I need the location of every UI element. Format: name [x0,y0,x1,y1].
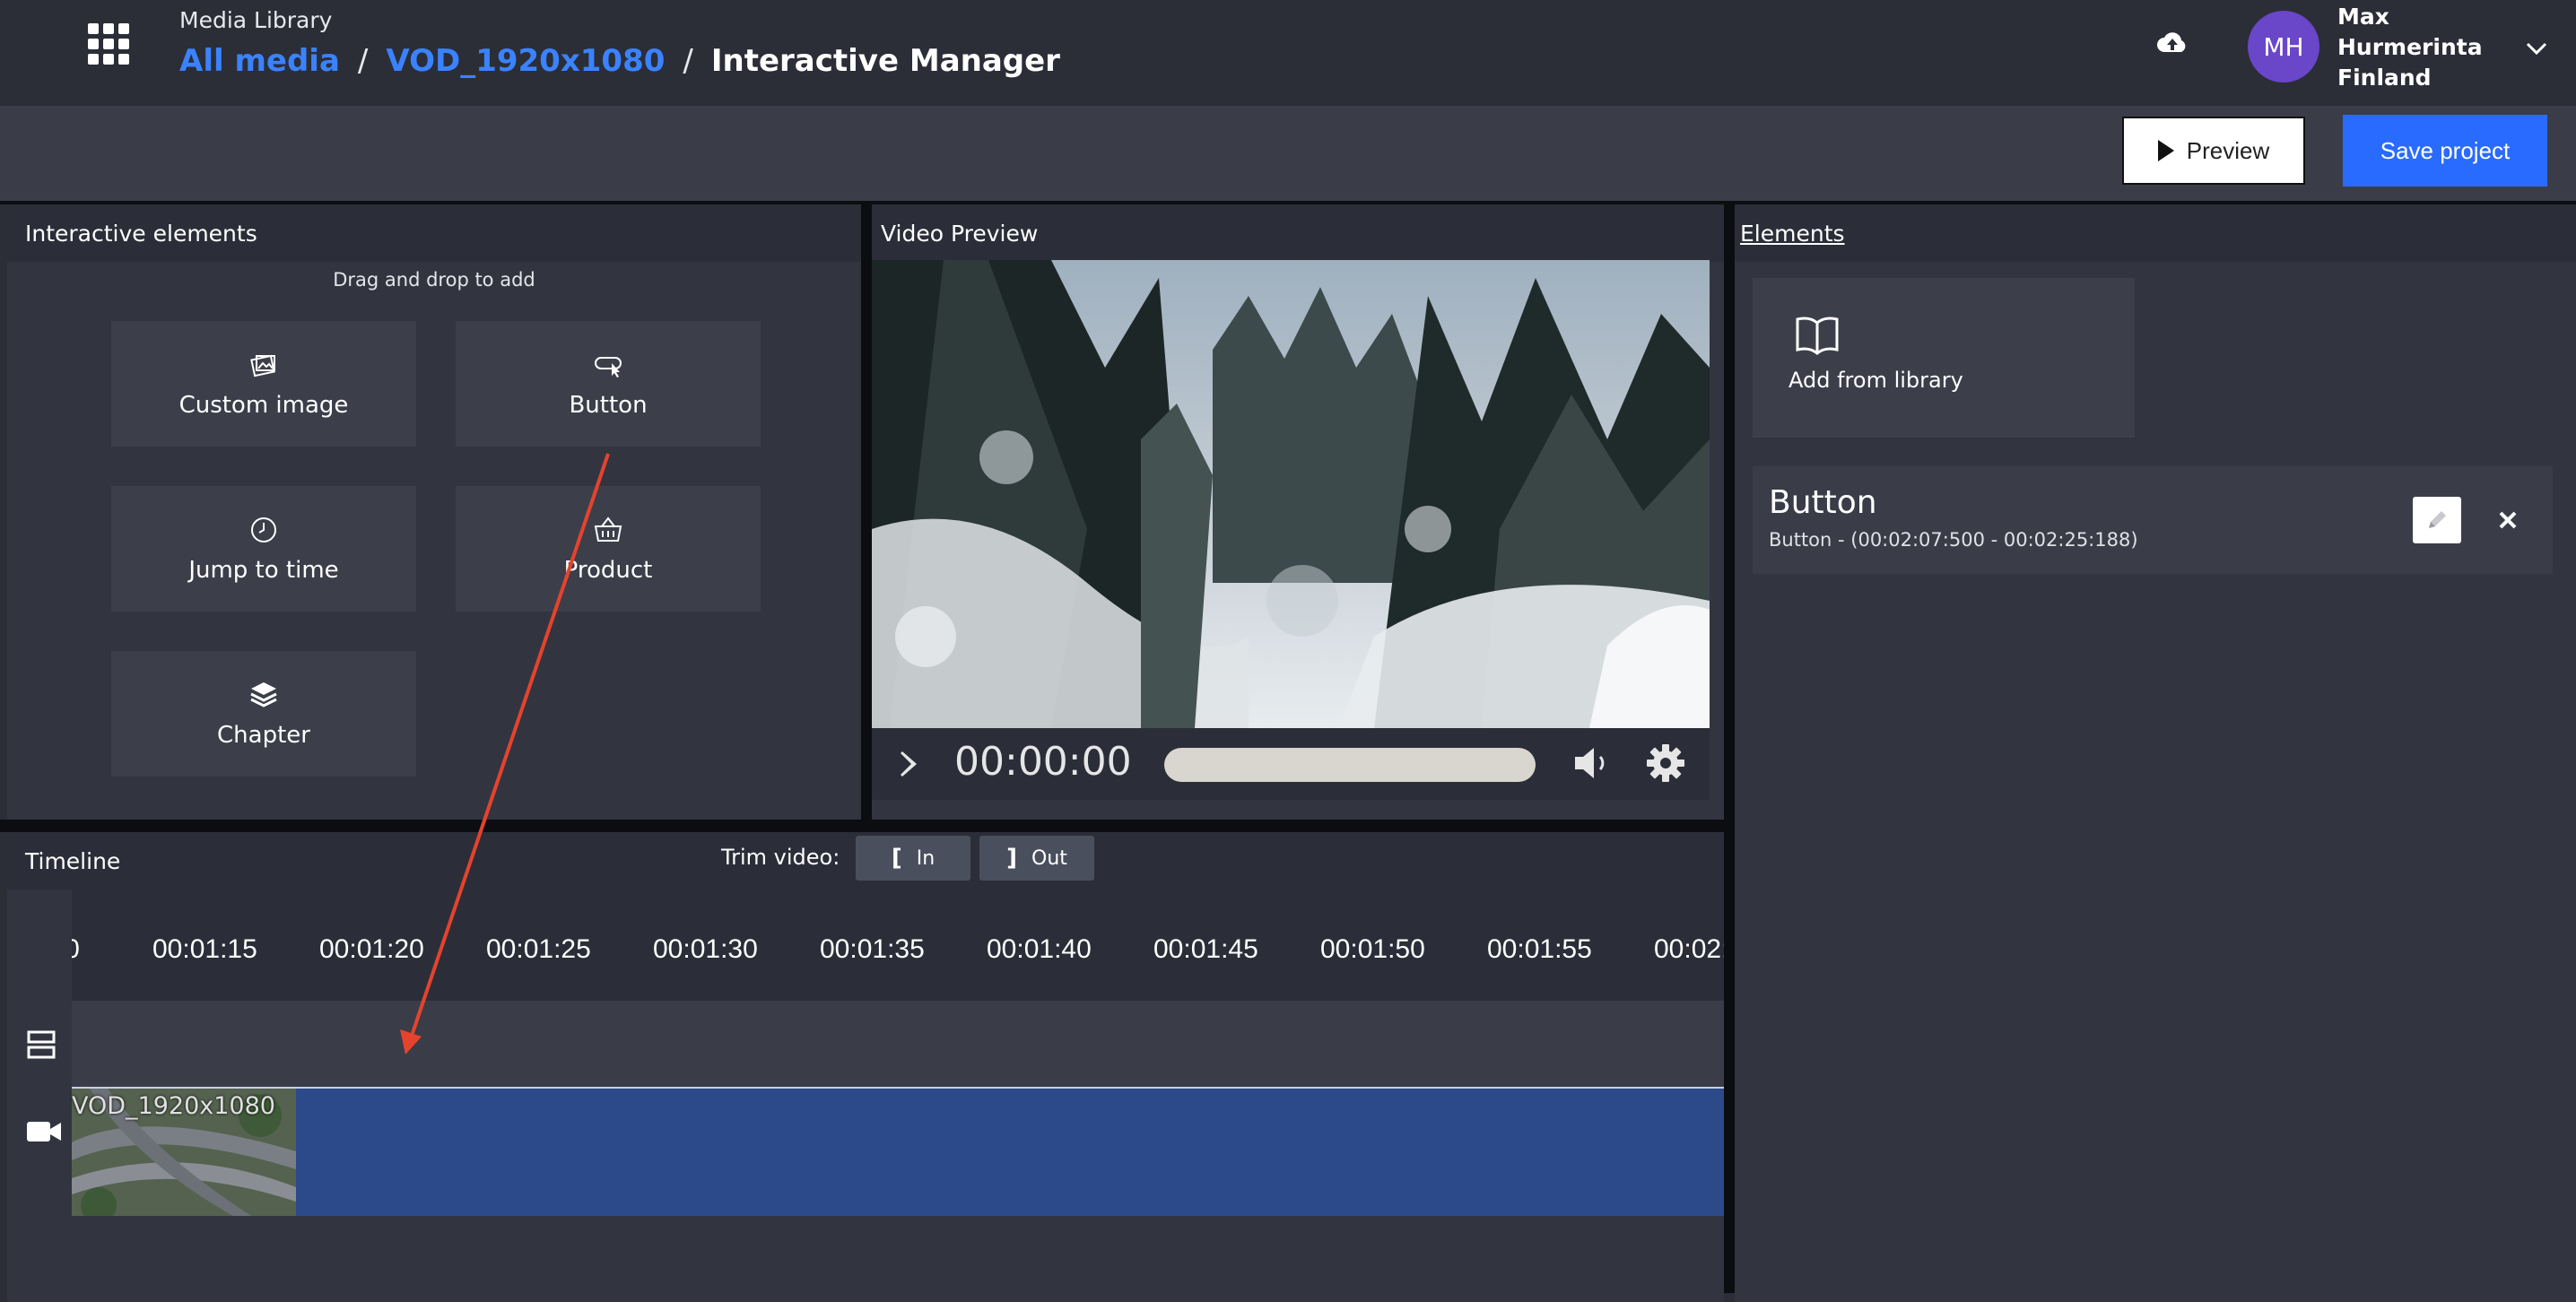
trim-in-label: In [916,846,936,870]
trim-out-label: Out [1031,846,1067,870]
page-title: Interactive Manager [710,43,1060,79]
tile-label: Custom image [178,392,349,419]
trim-label: Trim video: [721,845,840,870]
apps-grid-icon[interactable] [88,23,129,65]
tick-label: 00:02:00 [1654,934,1724,964]
divider [861,201,872,820]
tile-label: Button [569,392,648,419]
chapter-tile[interactable]: Chapter [111,651,416,777]
button-tile[interactable]: Button [456,321,761,447]
tick-label: 00:01:35 [820,934,925,964]
interactive-elements-panel: Interactive elements Drag and drop to ad… [7,204,861,820]
product-tile[interactable]: Product [456,486,761,612]
button-pointer-icon [595,357,622,378]
drag-hint: Drag and drop to add [333,269,535,291]
gear-icon[interactable] [1645,742,1686,784]
preview-button[interactable]: Preview [2122,117,2305,185]
breadcrumb: All media / VOD_1920x1080 / Interactive Mana… [179,43,1060,79]
element-title: Button [1769,484,1877,521]
preview-label: Preview [2186,136,2270,164]
video-controls: 00:00:00 [872,728,1710,800]
breadcrumb-separator: / [357,43,369,79]
save-project-button[interactable]: Save project [2343,115,2547,187]
element-row[interactable]: Button Button - (00:02:07:500 - 00:02:25… [1753,466,2553,574]
interactive-track[interactable] [72,1001,1724,1087]
close-icon[interactable] [2488,500,2528,540]
tile-label: Chapter [217,722,310,749]
forest-video-image [872,260,1710,728]
bracket-close-icon: ] [1006,845,1017,872]
tick-label: 00:01:15 [152,934,257,964]
open-book-icon [1796,317,1839,355]
breadcrumb-video-link[interactable]: VOD_1920x1080 [386,43,665,79]
tick-label: 00:01:25 [486,934,591,964]
tracks-icon[interactable] [25,1029,57,1060]
app-header: Media Library All media / VOD_1920x1080 / In… [0,0,2576,106]
layers-icon [250,682,277,707]
add-from-library-card[interactable]: Add from library [1753,278,2135,438]
bracket-open-icon: [ [891,845,902,872]
tick-label: 00:01:50 [1320,934,1425,964]
jump-to-time-tile[interactable]: Jump to time [111,486,416,612]
tick-label: 00:01:40 [987,934,1092,964]
video-timecode: 00:00:00 [954,739,1132,785]
clock-icon [251,517,276,542]
divider [1724,201,1735,1293]
tick-label: 00:01:55 [1487,934,1592,964]
divider [0,820,1731,832]
volume-icon[interactable] [1571,744,1613,782]
custom-image-icon [250,354,275,378]
timeline-ruler[interactable]: 00:01:10 00:01:15 00:01:20 00:01:25 00:0… [72,888,1724,1001]
breadcrumb-all-media-link[interactable]: All media [179,43,340,79]
custom-image-tile[interactable]: Custom image [111,321,416,447]
play-icon [2157,140,2174,161]
tick-label: 00:01:10 [72,934,80,964]
video-frame[interactable] [872,260,1710,728]
panel-title: Video Preview [872,204,1724,262]
user-info[interactable]: Max Hurmerinta Finland [2337,2,2483,93]
tile-label: Jump to time [188,557,339,584]
tick-label: 00:01:45 [1153,934,1258,964]
tile-label: Product [563,557,653,584]
video-camera-icon[interactable] [25,1117,63,1146]
chevron-down-icon[interactable] [2524,36,2549,61]
basket-icon [594,516,622,542]
toolbar: Preview Save project [0,106,2576,201]
user-last-name: Hurmerinta [2337,34,2483,60]
avatar[interactable]: MH [2248,11,2319,82]
user-first-name: Max [2337,4,2389,30]
panel-title[interactable]: Elements [1735,204,2576,262]
video-track-label: VOD_1920x1080 [72,1092,275,1120]
video-track[interactable]: VOD_1920x1080 [72,1087,1724,1216]
add-from-library-label: Add from library [1788,368,1963,393]
tick-label: 00:01:20 [319,934,424,964]
user-country: Finland [2337,65,2432,91]
trim-out-button[interactable]: ] Out [979,836,1094,881]
pencil-icon [2429,511,2446,528]
play-icon[interactable] [899,750,920,778]
app-title: Media Library [179,7,333,33]
breadcrumb-separator: / [683,43,693,79]
tick-label: 00:01:30 [653,934,758,964]
edit-element-button[interactable] [2413,497,2461,543]
cloud-upload-icon[interactable] [2156,27,2189,59]
trim-in-button[interactable]: [ In [856,836,970,881]
panel-title: Interactive elements [7,204,861,262]
element-subtitle: Button - (00:02:07:500 - 00:02:25:188) [1769,529,2138,551]
video-progress-bar[interactable] [1164,748,1536,782]
